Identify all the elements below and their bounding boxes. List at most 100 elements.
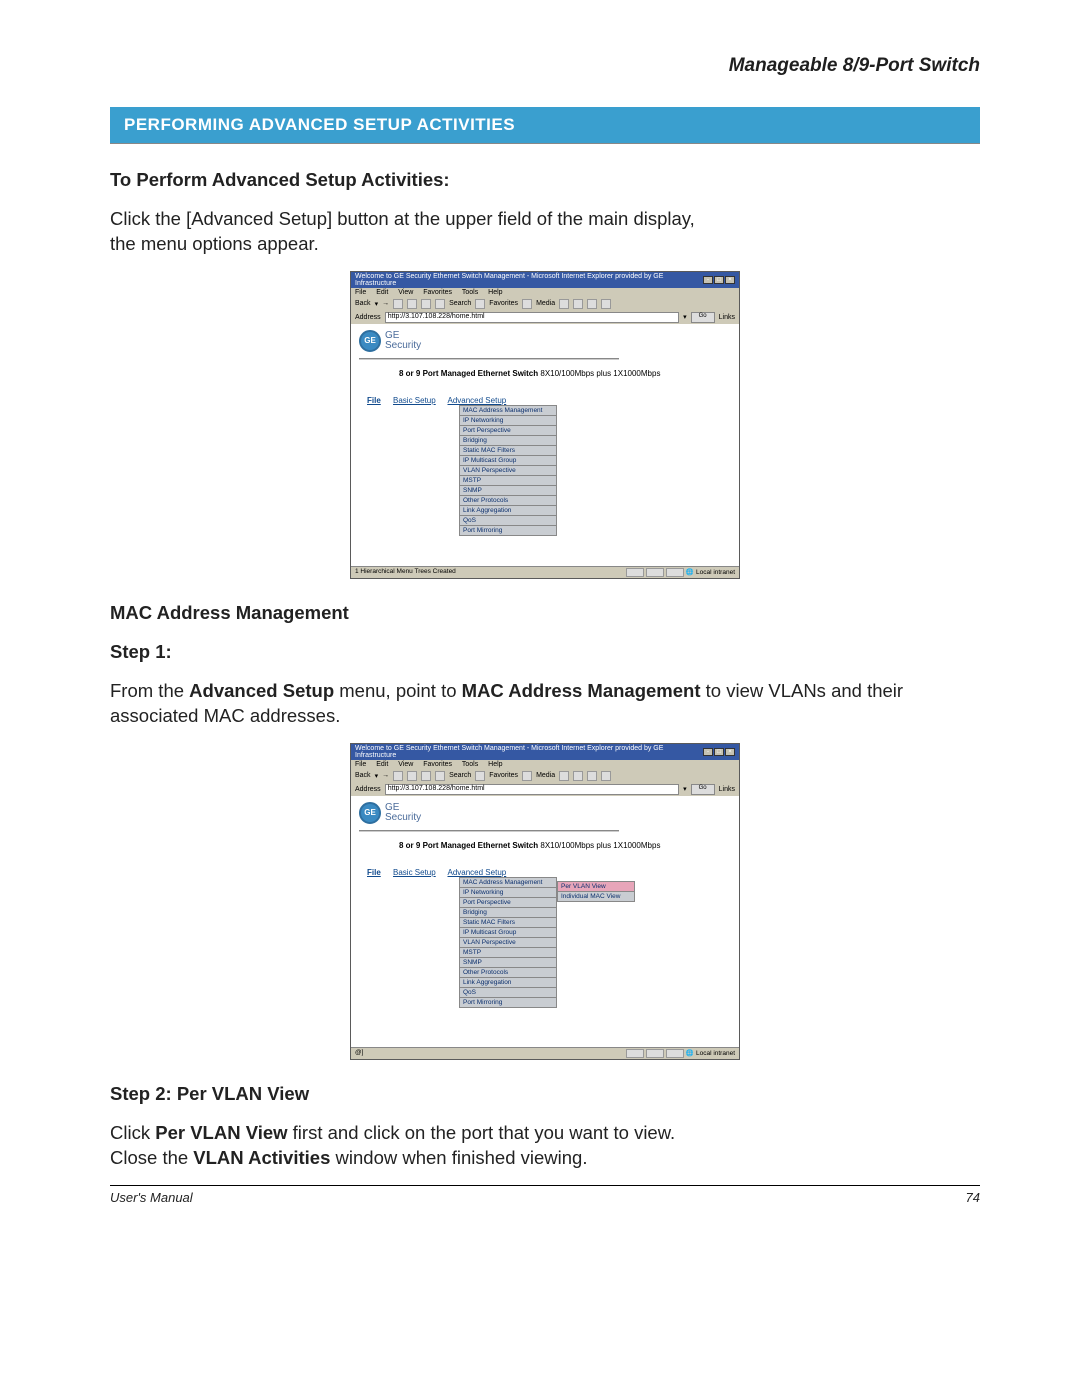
status-zone: Local intranet: [696, 569, 735, 576]
menu-favorites[interactable]: Favorites: [423, 761, 452, 768]
address-input[interactable]: http://3.107.108.228/home.html: [385, 312, 679, 323]
menu-file[interactable]: File: [355, 761, 366, 768]
tab-advanced-setup[interactable]: Advanced Setup: [448, 396, 507, 405]
search-icon[interactable]: [435, 299, 445, 309]
menu-favorites[interactable]: Favorites: [423, 289, 452, 296]
go-button[interactable]: Go: [691, 312, 715, 323]
window-titlebar: Welcome to GE Security Ethernet Switch M…: [351, 272, 739, 288]
status-bar: 1 Hierarchical Menu Trees Created 🌐 Loca…: [351, 566, 739, 578]
status-zone: Local intranet: [696, 1050, 735, 1057]
setup-tabs: File Basic Setup Advanced Setup: [367, 868, 731, 877]
address-input[interactable]: http://3.107.108.228/home.html: [385, 784, 679, 795]
tab-file[interactable]: File: [367, 868, 381, 877]
menu-item[interactable]: Port Mirroring: [459, 526, 557, 536]
ge-logo-icon: GE: [359, 330, 381, 352]
menu-help[interactable]: Help: [488, 289, 502, 296]
intro-text: Click the [Advanced Setup] button at the…: [110, 207, 980, 257]
menu-item[interactable]: QoS: [459, 516, 557, 526]
tab-basic-setup[interactable]: Basic Setup: [393, 868, 436, 877]
stop-icon[interactable]: [393, 771, 403, 781]
menu-item[interactable]: Other Protocols: [459, 496, 557, 506]
go-button[interactable]: Go: [691, 784, 715, 795]
menu-edit[interactable]: Edit: [376, 761, 388, 768]
print-icon[interactable]: [587, 771, 597, 781]
media-icon[interactable]: [522, 771, 532, 781]
edit-icon[interactable]: [601, 771, 611, 781]
menu-item[interactable]: IP Networking: [459, 888, 557, 898]
menu-item[interactable]: Bridging: [459, 436, 557, 446]
minimize-icon[interactable]: -: [703, 276, 713, 284]
menu-item[interactable]: VLAN Perspective: [459, 466, 557, 476]
browser-toolbar: Back▾→ Search Favorites Media: [351, 297, 739, 311]
maximize-icon[interactable]: □: [714, 748, 724, 756]
favorites-icon[interactable]: [475, 299, 485, 309]
submenu-individual-mac-view[interactable]: Individual MAC View: [557, 892, 635, 902]
switch-model-label: 8 or 9 Port Managed Ethernet Switch 8X10…: [399, 841, 731, 850]
product-header: Manageable 8/9-Port Switch: [110, 55, 980, 77]
menu-view[interactable]: View: [398, 289, 413, 296]
brand-logo: GE GE Security: [359, 330, 731, 352]
page-content: GE GE Security 8 or 9 Port Managed Ether…: [351, 796, 739, 1047]
tab-file[interactable]: File: [367, 396, 381, 405]
maximize-icon[interactable]: □: [714, 276, 724, 284]
mac-heading: MAC Address Management: [110, 601, 980, 626]
mail-icon[interactable]: [573, 771, 583, 781]
step1-label: Step 1:: [110, 640, 980, 665]
address-label: Address: [355, 786, 381, 793]
menu-item[interactable]: MSTP: [459, 476, 557, 486]
tab-basic-setup[interactable]: Basic Setup: [393, 396, 436, 405]
print-icon[interactable]: [587, 299, 597, 309]
setup-tabs: File Basic Setup Advanced Setup: [367, 396, 731, 405]
menu-view[interactable]: View: [398, 761, 413, 768]
back-button[interactable]: Back: [355, 772, 371, 779]
close-icon[interactable]: ×: [725, 748, 735, 756]
window-controls: - □ ×: [703, 748, 735, 756]
home-icon[interactable]: [421, 771, 431, 781]
menu-item[interactable]: IP Networking: [459, 416, 557, 426]
submenu-per-vlan-view[interactable]: Per VLAN View: [557, 882, 635, 892]
address-bar: Address http://3.107.108.228/home.html ▾…: [351, 783, 739, 796]
step2-text: Click Per VLAN View first and click on t…: [110, 1121, 980, 1171]
step2-heading: Step 2: Per VLAN View: [110, 1082, 980, 1107]
close-icon[interactable]: ×: [725, 276, 735, 284]
menu-edit[interactable]: Edit: [376, 289, 388, 296]
media-icon[interactable]: [522, 299, 532, 309]
ge-logo-icon: GE: [359, 802, 381, 824]
back-button[interactable]: Back: [355, 300, 371, 307]
window-controls: - □ ×: [703, 276, 735, 284]
menu-help[interactable]: Help: [488, 761, 502, 768]
search-icon[interactable]: [435, 771, 445, 781]
links-label: Links: [719, 314, 735, 321]
footer-left: User's Manual: [110, 1190, 193, 1205]
refresh-icon[interactable]: [407, 299, 417, 309]
tab-advanced-setup[interactable]: Advanced Setup: [448, 868, 507, 877]
browser-menubar: File Edit View Favorites Tools Help: [351, 288, 739, 297]
menu-item[interactable]: SNMP: [459, 486, 557, 496]
menu-item[interactable]: Link Aggregation: [459, 506, 557, 516]
minimize-icon[interactable]: -: [703, 748, 713, 756]
stop-icon[interactable]: [393, 299, 403, 309]
mail-icon[interactable]: [573, 299, 583, 309]
history-icon[interactable]: [559, 299, 569, 309]
brand-logo: GE GE Security: [359, 802, 731, 824]
menu-tools[interactable]: Tools: [462, 761, 478, 768]
menu-tools[interactable]: Tools: [462, 289, 478, 296]
menu-item[interactable]: IP Multicast Group: [459, 456, 557, 466]
intro-heading: To Perform Advanced Setup Activities:: [110, 168, 980, 193]
zone-icon: 🌐: [686, 1049, 694, 1057]
home-icon[interactable]: [421, 299, 431, 309]
links-label: Links: [719, 786, 735, 793]
edit-icon[interactable]: [601, 299, 611, 309]
menu-file[interactable]: File: [355, 289, 366, 296]
favorites-icon[interactable]: [475, 771, 485, 781]
advanced-setup-menu: MAC Address Management IP Networking Por…: [459, 405, 557, 536]
history-icon[interactable]: [559, 771, 569, 781]
menu-item[interactable]: MAC Address Management: [459, 406, 557, 416]
menu-item[interactable]: Port Perspective: [459, 426, 557, 436]
menu-item[interactable]: Static MAC Filters: [459, 446, 557, 456]
switch-model-label: 8 or 9 Port Managed Ethernet Switch 8X10…: [399, 369, 731, 378]
menu-item[interactable]: MAC Address Management: [459, 878, 557, 888]
refresh-icon[interactable]: [407, 771, 417, 781]
screenshot-1: Welcome to GE Security Ethernet Switch M…: [350, 271, 740, 579]
step1-text: From the Advanced Setup menu, point to M…: [110, 679, 980, 729]
